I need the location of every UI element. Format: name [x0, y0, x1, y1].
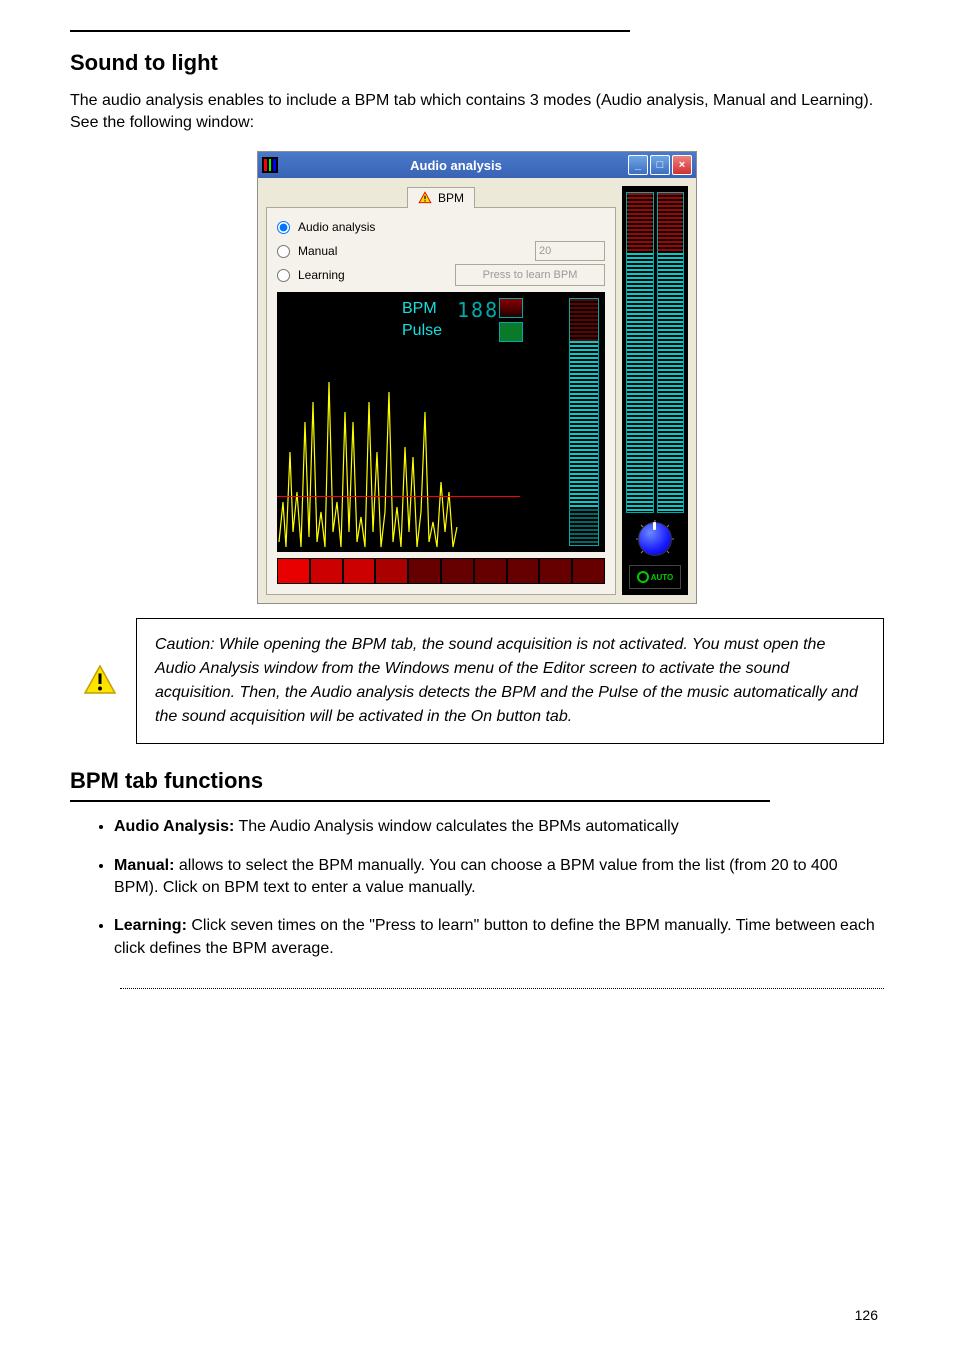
auto-button-label: AUTO	[651, 573, 674, 582]
caution-note: Caution: While opening the BPM tab, the …	[136, 618, 884, 744]
app-icon	[262, 157, 278, 173]
minimize-button[interactable]: _	[628, 155, 648, 175]
pulse-history-bar	[277, 558, 605, 584]
radio-manual-label: Manual	[298, 244, 337, 258]
radio-audio-analysis[interactable]	[277, 221, 290, 234]
level-meter-right	[657, 192, 685, 513]
maximize-button[interactable]: □	[650, 155, 670, 175]
warning-icon	[82, 663, 118, 699]
tab-bpm[interactable]: BPM	[407, 187, 475, 208]
window-titlebar[interactable]: Audio analysis _ □ ×	[258, 152, 696, 178]
warning-icon	[418, 191, 432, 205]
manual-bpm-select[interactable]	[535, 241, 605, 261]
list-item: Learning: Click seven times on the "Pres…	[114, 915, 884, 960]
page-number: 126	[855, 1307, 878, 1323]
list-item: Audio Analysis: The Audio Analysis windo…	[114, 816, 884, 838]
window-title: Audio analysis	[284, 158, 628, 173]
pulse-led	[499, 322, 523, 342]
radio-learning[interactable]	[277, 269, 290, 282]
close-button[interactable]: ×	[672, 155, 692, 175]
radio-manual[interactable]	[277, 245, 290, 258]
tab-panel: Audio analysis Manual Learning	[266, 207, 616, 595]
radio-audio-label: Audio analysis	[298, 220, 375, 234]
gain-knob[interactable]	[635, 519, 675, 559]
bpm-label: BPM	[402, 300, 437, 318]
level-meter-left	[626, 192, 654, 513]
threshold-line[interactable]	[277, 496, 520, 497]
learn-bpm-button[interactable]: Press to learn BPM	[455, 264, 605, 286]
subsection-heading: BPM tab functions	[70, 768, 884, 794]
power-icon	[637, 571, 649, 583]
pulse-label: Pulse	[402, 322, 442, 340]
section-title: Sound to light	[70, 50, 884, 76]
waveform-graph	[277, 362, 522, 552]
tab-label: BPM	[438, 191, 464, 205]
bpm-readout: 188	[457, 298, 499, 322]
inner-level-meter	[569, 298, 599, 546]
audio-analysis-window: Audio analysis _ □ × BPM	[257, 151, 697, 604]
radio-learning-label: Learning	[298, 268, 345, 282]
function-list: Audio Analysis: The Audio Analysis windo…	[70, 816, 884, 960]
list-item: Manual: allows to select the BPM manuall…	[114, 855, 884, 900]
auto-button[interactable]: AUTO	[629, 565, 681, 589]
intro-paragraph: The audio analysis enables to include a …	[70, 90, 884, 133]
meters-panel: AUTO	[622, 186, 688, 595]
waveform-display: BPM 188 Pulse	[277, 292, 605, 552]
bpm-led	[499, 298, 523, 318]
